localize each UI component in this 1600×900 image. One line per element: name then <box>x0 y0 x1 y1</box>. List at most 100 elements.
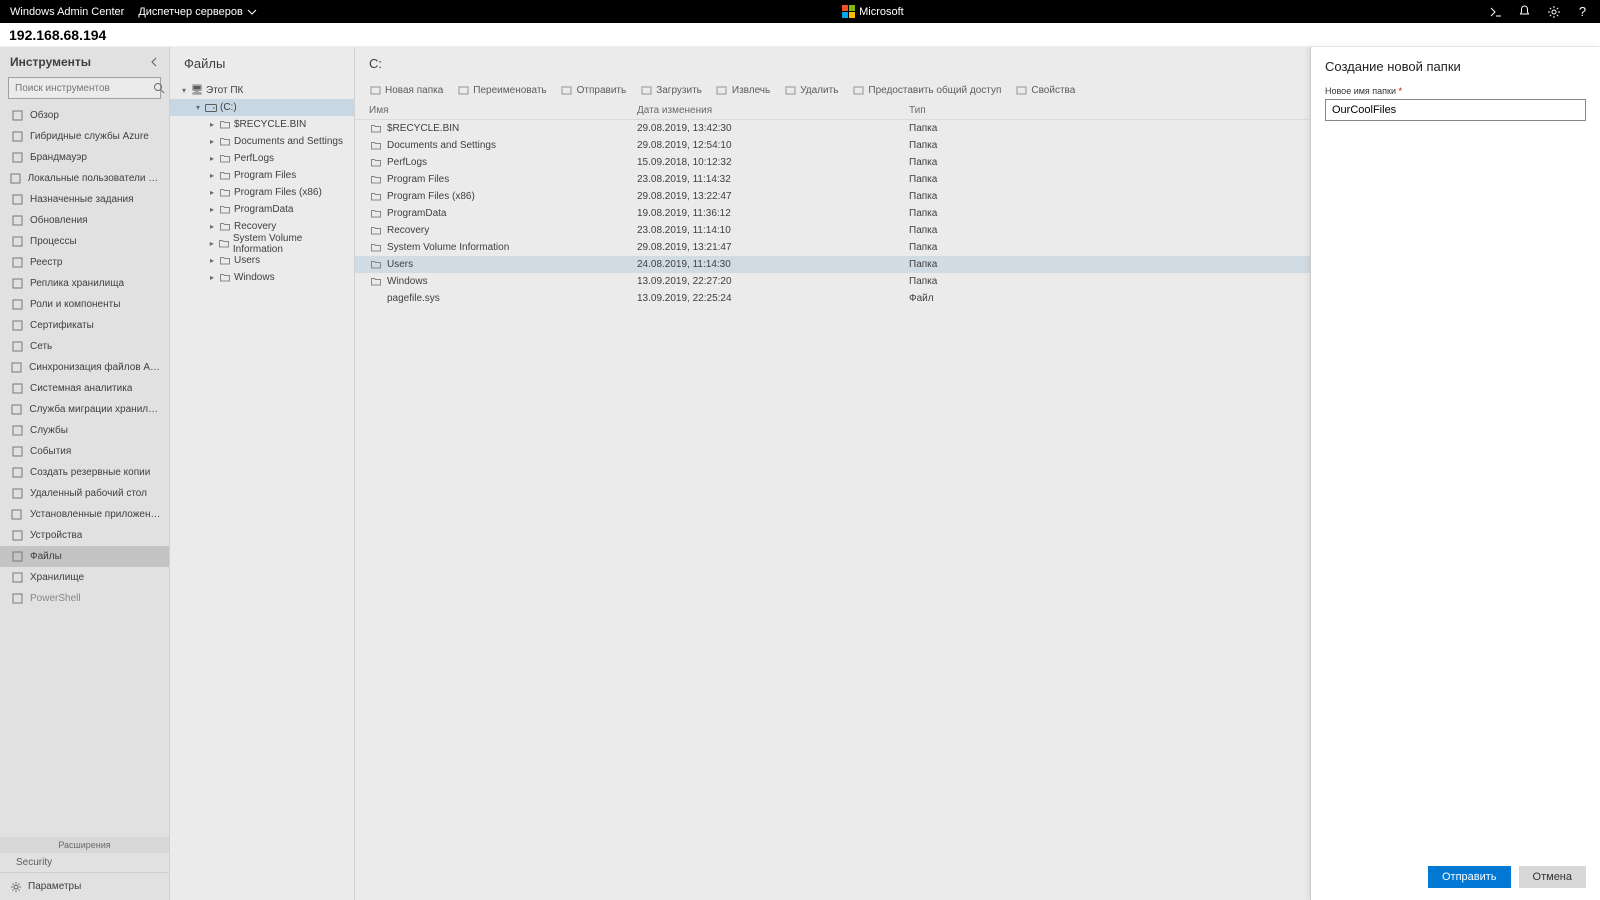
events-icon <box>10 446 24 457</box>
toolbar-extract-button[interactable]: Извлечь <box>716 84 770 96</box>
sidebar-item-services[interactable]: Службы <box>0 420 169 441</box>
tree-node[interactable]: ▸Windows <box>170 269 354 286</box>
sidebar-item-ps[interactable]: PowerShell <box>0 588 169 609</box>
server-manager-dropdown[interactable]: Диспетчер серверов <box>138 6 257 18</box>
toolbar-upload-button[interactable]: Отправить <box>561 84 627 96</box>
sidebar-item-roles[interactable]: Роли и компоненты <box>0 294 169 315</box>
tree-node[interactable]: ▸ProgramData <box>170 201 354 218</box>
tree-node-label: $RECYCLE.BIN <box>234 119 306 130</box>
sidebar-item-registry[interactable]: Реестр <box>0 252 169 273</box>
settings-label: Параметры <box>28 881 81 892</box>
files-icon <box>10 551 24 562</box>
chevron-down-icon[interactable]: ▾ <box>178 86 190 95</box>
toolbar-new-folder-button[interactable]: Новая папка <box>369 84 443 96</box>
sidebar-item-events[interactable]: События <box>0 441 169 462</box>
toolbar-label: Удалить <box>800 85 838 96</box>
folder-icon <box>218 120 232 129</box>
folder-name-input[interactable] <box>1325 99 1586 121</box>
powershell-icon[interactable] <box>1488 4 1503 19</box>
help-icon[interactable]: ? <box>1575 4 1590 19</box>
sidebar-ext-item[interactable]: Security <box>0 853 169 872</box>
submit-button[interactable]: Отправить <box>1428 866 1511 888</box>
chevron-right-icon[interactable]: ▸ <box>206 256 218 265</box>
props-icon <box>1015 84 1027 96</box>
sidebar-item-azure[interactable]: Гибридные службы Azure <box>0 126 169 147</box>
toolbar-props-button[interactable]: Свойства <box>1015 84 1075 96</box>
tree-node[interactable]: ▸Program Files <box>170 167 354 184</box>
panel-title: Создание новой папки <box>1325 59 1586 74</box>
tree-root[interactable]: ▾ 🖥 Этот ПК <box>170 82 354 99</box>
sidebar-item-overview[interactable]: Обзор <box>0 105 169 126</box>
folder-icon <box>218 205 232 214</box>
storage-icon <box>10 572 24 583</box>
toolbar-delete-button[interactable]: Удалить <box>784 84 838 96</box>
sidebar-item-users[interactable]: Локальные пользователи и группы <box>0 168 169 189</box>
sidebar-item-storage[interactable]: Хранилище <box>0 567 169 588</box>
tree-node[interactable]: ▸ $RECYCLE.BIN <box>170 116 354 133</box>
sidebar-item-files[interactable]: Файлы <box>0 546 169 567</box>
sidebar-item-devices[interactable]: Устройства <box>0 525 169 546</box>
chevron-right-icon[interactable]: ▸ <box>206 154 218 163</box>
storage-replica-icon <box>10 278 24 289</box>
tree-node-label: Program Files (x86) <box>234 187 322 198</box>
row-name: PerfLogs <box>387 157 427 168</box>
sidebar-item-updates[interactable]: Обновления <box>0 210 169 231</box>
tree-node[interactable]: ▸ Program Files (x86) <box>170 184 354 201</box>
chevron-down-icon[interactable]: ▾ <box>192 103 204 112</box>
chevron-right-icon[interactable]: ▸ <box>206 120 218 129</box>
chevron-right-icon[interactable]: ▸ <box>206 273 218 282</box>
cancel-button[interactable]: Отмена <box>1519 866 1586 888</box>
sidebar-item-sync[interactable]: Синхронизация файлов Azure <box>0 357 169 378</box>
chevron-right-icon[interactable]: ▸ <box>206 239 217 248</box>
sidebar-item-network[interactable]: Сеть <box>0 336 169 357</box>
tree-node[interactable]: ▸System Volume Information <box>170 235 354 252</box>
search-icon[interactable] <box>153 82 165 94</box>
tree-node[interactable]: ▸PerfLogs <box>170 150 354 167</box>
row-name: System Volume Information <box>387 242 509 253</box>
settings-icon[interactable] <box>1546 4 1561 19</box>
row-name: Users <box>387 259 413 270</box>
search-input[interactable] <box>9 83 153 94</box>
col-name[interactable]: Имя <box>369 105 637 116</box>
sidebar-item-firewall[interactable]: Брандмауэр <box>0 147 169 168</box>
folder-icon <box>369 192 383 201</box>
tree-node[interactable]: ▸Documents and Settings <box>170 133 354 150</box>
roles-icon <box>10 299 24 310</box>
toolbar-share-button[interactable]: Предоставить общий доступ <box>852 84 1001 96</box>
sidebar-item-process[interactable]: Процессы <box>0 231 169 252</box>
sidebar-item-cert[interactable]: Сертификаты <box>0 315 169 336</box>
folder-icon <box>218 137 232 146</box>
chevron-right-icon[interactable]: ▸ <box>206 188 218 197</box>
chevron-right-icon[interactable]: ▸ <box>206 171 218 180</box>
migration-icon <box>10 404 23 415</box>
folder-icon <box>369 243 383 252</box>
notifications-icon[interactable] <box>1517 4 1532 19</box>
toolbar-label: Предоставить общий доступ <box>868 85 1001 96</box>
microsoft-logo-icon <box>841 5 855 19</box>
sidebar-item-migration[interactable]: Служба миграции хранилища <box>0 399 169 420</box>
sidebar-item-rdp[interactable]: Удаленный рабочий стол <box>0 483 169 504</box>
toolbar-rename-button[interactable]: Переименовать <box>457 84 546 96</box>
sidebar-item-tasks[interactable]: Назначенные задания <box>0 189 169 210</box>
tree-node[interactable]: ▸Users <box>170 252 354 269</box>
tree-drive-c[interactable]: ▾ (C:) <box>170 99 354 116</box>
services-icon <box>10 425 24 436</box>
folder-icon <box>369 124 383 133</box>
sidebar-settings[interactable]: Параметры <box>0 872 169 900</box>
ps-icon <box>10 593 24 604</box>
toolbar-download-button[interactable]: Загрузить <box>640 84 702 96</box>
sidebar-search[interactable] <box>8 77 161 99</box>
chevron-right-icon[interactable]: ▸ <box>206 137 218 146</box>
sidebar-item-backup[interactable]: Создать резервные копии <box>0 462 169 483</box>
collapse-sidebar-icon[interactable] <box>149 57 159 67</box>
sidebar-item-insights[interactable]: Системная аналитика <box>0 378 169 399</box>
sidebar-header: Инструменты <box>0 47 169 75</box>
download-icon <box>640 84 652 96</box>
required-asterisk: * <box>1399 86 1403 96</box>
col-date[interactable]: Дата изменения <box>637 105 909 116</box>
sidebar-item-apps[interactable]: Установленные приложения <box>0 504 169 525</box>
panel-field-label: Новое имя папки * <box>1325 86 1586 96</box>
sidebar-item-storage-replica[interactable]: Реплика хранилища <box>0 273 169 294</box>
chevron-right-icon[interactable]: ▸ <box>206 222 218 231</box>
chevron-right-icon[interactable]: ▸ <box>206 205 218 214</box>
